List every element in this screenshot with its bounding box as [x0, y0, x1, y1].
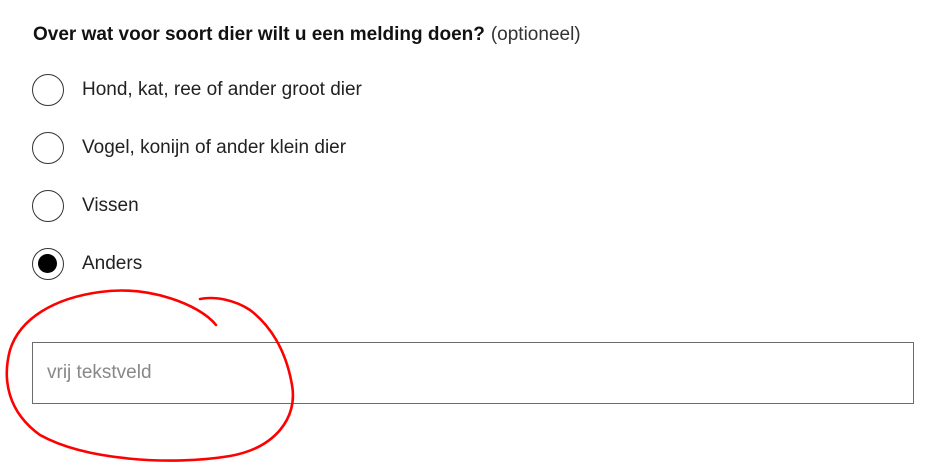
question-heading: Over wat voor soort dier wilt u een meld…	[33, 22, 581, 48]
radio-button[interactable]	[32, 190, 64, 222]
animal-type-radio-group: Hond, kat, ree of ander groot dier Vogel…	[32, 73, 362, 305]
radio-option-other[interactable]: Anders	[32, 247, 362, 281]
radio-label[interactable]: Vogel, konijn of ander klein dier	[82, 137, 346, 159]
radio-button[interactable]	[32, 74, 64, 106]
radio-button[interactable]	[32, 132, 64, 164]
radio-label[interactable]: Vissen	[82, 195, 139, 217]
radio-button[interactable]	[32, 248, 64, 280]
optional-label: (optioneel)	[490, 24, 581, 45]
radio-option-small-animal[interactable]: Vogel, konijn of ander klein dier	[32, 131, 362, 165]
radio-option-large-animal[interactable]: Hond, kat, ree of ander groot dier	[32, 73, 362, 107]
radio-label[interactable]: Anders	[82, 253, 142, 275]
radio-option-fish[interactable]: Vissen	[32, 189, 362, 223]
radio-label[interactable]: Hond, kat, ree of ander groot dier	[82, 79, 362, 101]
question-text: Over wat voor soort dier wilt u een meld…	[33, 24, 485, 45]
free-text-input[interactable]	[32, 342, 914, 404]
